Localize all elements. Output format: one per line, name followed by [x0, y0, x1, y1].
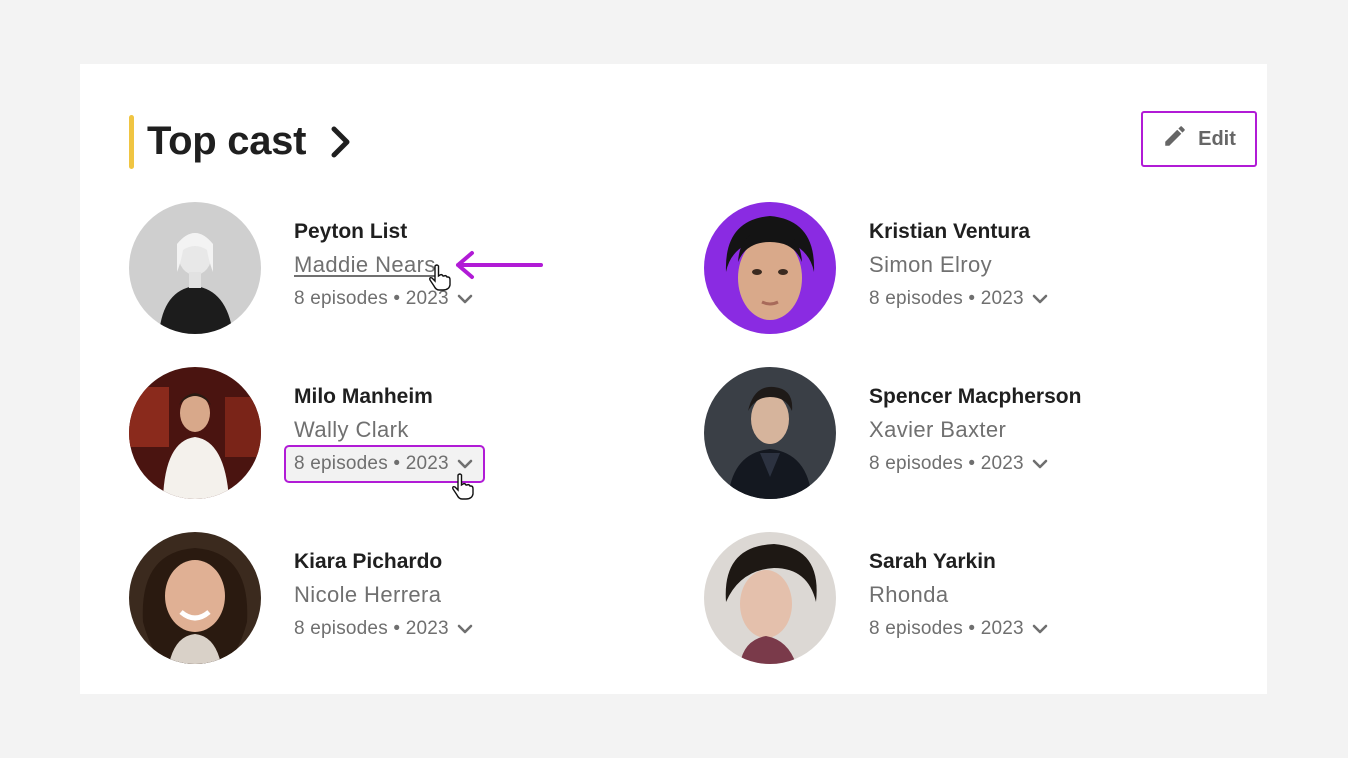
episodes-toggle[interactable]: 8 episodes • 2023 [869, 287, 1048, 311]
character-name-link[interactable]: Simon Elroy [869, 252, 1048, 278]
edit-label: Edit [1198, 127, 1236, 150]
hand-cursor-icon [428, 264, 452, 297]
chevron-down-icon [1032, 287, 1048, 311]
actor-name[interactable]: Milo Manheim [294, 384, 483, 410]
character-name-link[interactable]: Wally Clark [294, 417, 483, 443]
avatar[interactable] [704, 202, 836, 334]
section-title[interactable]: Top cast [147, 119, 306, 164]
cast-item: Peyton List Maddie Nears 8 episodes • 20… [129, 201, 649, 336]
actor-name[interactable]: Peyton List [294, 219, 473, 245]
episodes-text: 8 episodes • 2023 [869, 618, 1024, 639]
character-name-link[interactable]: Nicole Herrera [294, 582, 473, 608]
actor-name[interactable]: Kristian Ventura [869, 219, 1048, 245]
avatar[interactable] [129, 367, 261, 499]
episodes-text: 8 episodes • 2023 [294, 453, 449, 474]
episodes-toggle[interactable]: 8 episodes • 2023 [294, 617, 473, 641]
hand-cursor-icon [451, 473, 475, 506]
pencil-icon [1162, 123, 1188, 155]
chevron-down-icon [1032, 617, 1048, 641]
cast-item: Kiara Pichardo Nicole Herrera 8 episodes… [129, 531, 649, 666]
chevron-down-icon [457, 287, 473, 311]
episodes-toggle[interactable]: 8 episodes • 2023 [869, 617, 1048, 641]
chevron-down-icon [457, 617, 473, 641]
avatar[interactable] [704, 532, 836, 664]
episodes-text: 8 episodes • 2023 [294, 618, 449, 639]
cast-item: Kristian Ventura Simon Elroy 8 episodes … [704, 201, 1224, 336]
avatar[interactable] [129, 532, 261, 664]
chevron-right-icon[interactable] [330, 125, 352, 159]
episodes-toggle[interactable]: 8 episodes • 2023 [869, 452, 1048, 476]
accent-bar [129, 114, 134, 169]
annotation-arrow-icon [454, 250, 544, 285]
actor-name[interactable]: Kiara Pichardo [294, 549, 473, 575]
avatar[interactable] [129, 202, 261, 334]
section-header[interactable]: Top cast [129, 114, 352, 169]
actor-name[interactable]: Spencer Macpherson [869, 384, 1081, 410]
avatar[interactable] [704, 367, 836, 499]
actor-name[interactable]: Sarah Yarkin [869, 549, 1048, 575]
cast-item: Spencer Macpherson Xavier Baxter 8 episo… [704, 366, 1224, 501]
edit-button[interactable]: Edit [1141, 111, 1257, 167]
character-name-link[interactable]: Rhonda [869, 582, 1048, 608]
character-name-link[interactable]: Xavier Baxter [869, 417, 1081, 443]
chevron-down-icon [1032, 452, 1048, 476]
episodes-text: 8 episodes • 2023 [869, 288, 1024, 309]
episodes-text: 8 episodes • 2023 [869, 453, 1024, 474]
cast-item: Sarah Yarkin Rhonda 8 episodes • 2023 [704, 531, 1224, 666]
episodes-text: 8 episodes • 2023 [294, 288, 449, 309]
cast-item: Milo Manheim Wally Clark 8 episodes • 20… [129, 366, 649, 501]
top-cast-card: Top cast Edit Peyton List Maddie Nears 8… [80, 64, 1267, 694]
